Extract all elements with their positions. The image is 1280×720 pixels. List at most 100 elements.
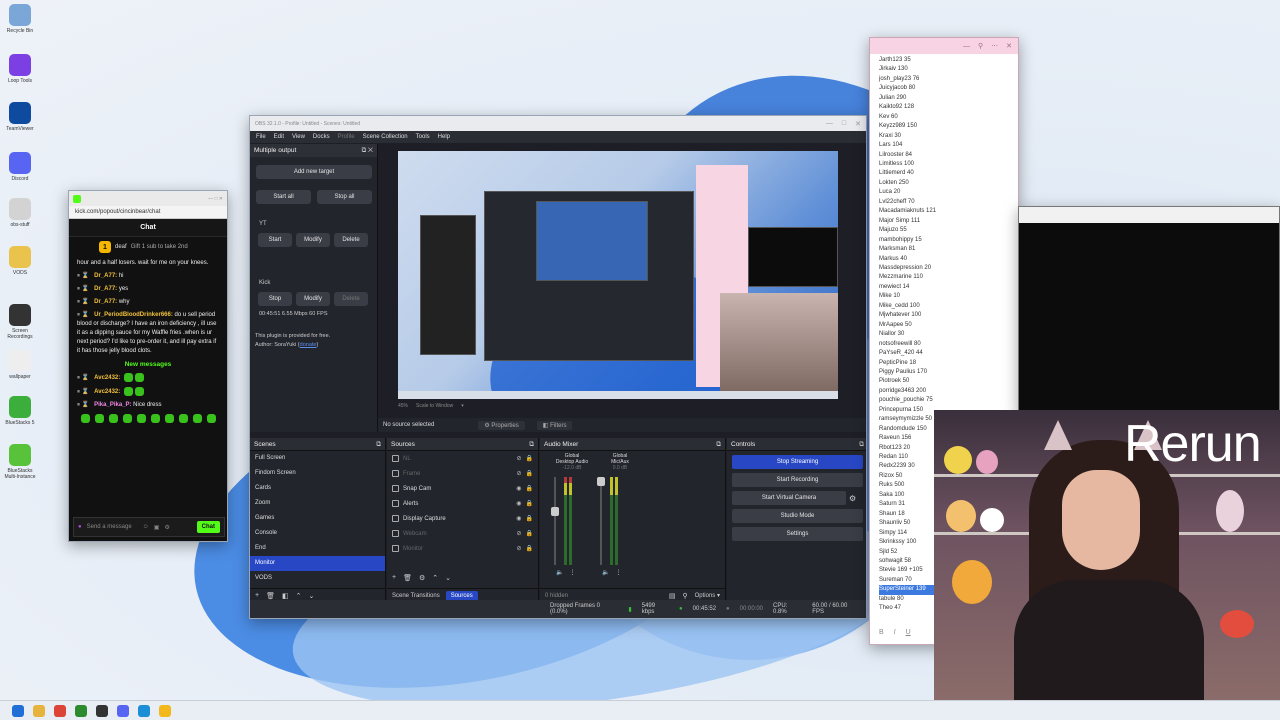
settings-button[interactable]: Settings (732, 527, 863, 541)
chevron-down-icon[interactable]: ⌄ (308, 592, 314, 600)
eye-off-icon[interactable]: ⊘ (516, 530, 521, 537)
viewer-entry[interactable]: notsofreewill 80 (879, 340, 1018, 349)
donate-link[interactable]: donate (300, 342, 317, 348)
chat-input[interactable]: Send a message (87, 524, 132, 530)
fader-knob[interactable] (551, 507, 559, 516)
chrome-icon[interactable] (54, 704, 66, 717)
yt-modify-button[interactable]: Modify (296, 233, 330, 247)
eye-icon[interactable]: ◉ (516, 515, 521, 522)
kick-delete-button[interactable]: Delete (334, 292, 368, 306)
viewer-entry[interactable]: MrAapee 50 (879, 321, 1018, 330)
viewer-entry[interactable]: Kev 60 (879, 113, 1018, 122)
emoji-icon[interactable]: ☺ (143, 524, 149, 530)
viewer-entry[interactable]: Majuzo 55 (879, 226, 1018, 235)
dark-window-titlebar[interactable] (1019, 207, 1279, 223)
undock-icon[interactable]: ⧉ (716, 441, 721, 448)
windows-start-icon[interactable] (12, 704, 24, 717)
source-item[interactable]: Alerts ◉ 🔒 (387, 496, 538, 511)
scene-item[interactable]: VODS (250, 571, 385, 586)
viewer-entry[interactable]: Massdepression 20 (879, 264, 1018, 273)
viewer-entry[interactable]: Major Simp 111 (879, 217, 1018, 226)
menu-item-help[interactable]: Help (438, 134, 450, 140)
chat-username[interactable]: Dr_A77: (94, 286, 117, 292)
stop-all-button[interactable]: Stop all (317, 190, 372, 204)
source-item[interactable]: Display Capture ◉ 🔒 (387, 511, 538, 526)
dock-close-icon[interactable]: ⧉ ✕ (362, 147, 373, 154)
stop-streaming-button[interactable]: Stop Streaming (732, 455, 863, 469)
desktop-shortcut[interactable]: BlueStacks Multi-Instance (4, 444, 36, 480)
viewer-entry[interactable]: Lvl22cheff 70 (879, 198, 1018, 207)
desktop-shortcut[interactable]: wallpaper (4, 350, 36, 380)
layout-icon[interactable]: ▤ (669, 592, 676, 600)
viewer-entry[interactable]: mewiect 14 (879, 283, 1018, 292)
viewer-entry[interactable]: Marksman 81 (879, 245, 1018, 254)
microphone-icon[interactable]: ● (78, 524, 82, 530)
lock-icon[interactable]: 🔒 (526, 515, 533, 522)
minimize-icon[interactable]: — (963, 43, 970, 50)
studio-mode-button[interactable]: Studio Mode (732, 509, 863, 523)
eye-off-icon[interactable]: ⊘ (516, 470, 521, 477)
chevron-up-icon[interactable]: ⌃ (296, 592, 302, 600)
menu-item-edit[interactable]: Edit (274, 134, 284, 140)
menu-item-file[interactable]: File (256, 134, 266, 140)
eye-off-icon[interactable]: ⊘ (516, 545, 521, 552)
zoom-level[interactable]: 45% (398, 403, 408, 409)
pin-icon[interactable]: ⚲ (978, 42, 983, 50)
viewer-entry[interactable]: Mjwhatever 100 (879, 311, 1018, 320)
viewer-entry[interactable]: Mike 10 (879, 292, 1018, 301)
desktop-shortcut[interactable]: VODS (4, 246, 36, 276)
scene-item[interactable]: Full Screen (250, 451, 385, 466)
scene-item[interactable]: Zoom (250, 496, 385, 511)
settings-gear-icon[interactable]: ⚙ (164, 524, 169, 531)
eye-icon[interactable]: ◉ (516, 485, 521, 492)
gear-icon[interactable]: ⚙ (849, 494, 856, 503)
more-icon[interactable]: ⋯ (991, 42, 998, 50)
viewer-entry[interactable]: Piggy Paulius 170 (879, 368, 1018, 377)
tab-sources[interactable]: Sources (445, 590, 478, 601)
close-icon[interactable]: ✕ (1006, 42, 1012, 50)
source-item[interactable]: Webcam ⊘ 🔒 (387, 526, 538, 541)
scene-item[interactable]: Cards (250, 481, 385, 496)
scene-item[interactable]: Console (250, 526, 385, 541)
scene-item[interactable]: Findom Screen (250, 466, 385, 481)
window-controls[interactable]: — □ ✕ (208, 196, 223, 202)
window-controls[interactable]: — □ ✕ (826, 120, 861, 128)
desktop-shortcut[interactable]: BlueStacks 5 (4, 396, 36, 426)
viewer-entry[interactable]: Markus 40 (879, 255, 1018, 264)
viewer-entry[interactable]: Mezzmarine 110 (879, 273, 1018, 282)
speaker-icon[interactable]: 🔈 (556, 569, 563, 576)
menu-item-profile[interactable]: Profile (338, 134, 355, 140)
yt-start-button[interactable]: Start (258, 233, 292, 247)
chat-username[interactable]: Dr_A77: (94, 299, 117, 305)
link-icon[interactable]: ⚲ (682, 592, 687, 600)
file-explorer-icon[interactable] (33, 704, 45, 717)
menu-item-tools[interactable]: Tools (416, 134, 430, 140)
volume-fader[interactable] (597, 477, 605, 565)
yt-delete-button[interactable]: Delete (334, 233, 368, 247)
desktop-shortcut[interactable]: Loop Tools (4, 54, 36, 84)
tab-scene-transitions[interactable]: Scene Transitions (392, 593, 440, 599)
chevron-down-icon[interactable]: ⌄ (445, 574, 451, 582)
viewer-entry[interactable]: Niallor 30 (879, 330, 1018, 339)
desktop-shortcut[interactable]: Screen Recordings (4, 304, 36, 340)
menu-item-scene-collection[interactable]: Scene Collection (363, 134, 408, 140)
send-chat-button[interactable]: Chat (196, 521, 220, 533)
source-item[interactable]: Snap Cam ◉ 🔒 (387, 481, 538, 496)
viewer-entry[interactable]: Mike_cedd 100 (879, 302, 1018, 311)
scene-item[interactable]: End (250, 541, 385, 556)
lock-icon[interactable]: 🔒 (526, 545, 533, 552)
chat-username[interactable]: Pika_Pika_P: (94, 402, 131, 408)
edge-icon[interactable] (138, 704, 150, 717)
options-button[interactable]: Options ▾ (695, 592, 720, 599)
viewer-entry[interactable]: Piotroek 50 (879, 377, 1018, 386)
eye-off-icon[interactable]: ⊘ (516, 455, 521, 462)
kick-modify-button[interactable]: Modify (296, 292, 330, 306)
add-icon[interactable]: + (392, 574, 396, 582)
undock-icon[interactable]: ⧉ (529, 441, 534, 448)
chevron-up-icon[interactable]: ⌃ (432, 574, 438, 582)
chat-username[interactable]: Avc2432: (94, 389, 120, 395)
viewer-entry[interactable]: Kraxi 30 (879, 132, 1018, 141)
menu-item-view[interactable]: View (292, 134, 305, 140)
viewer-entry[interactable]: Keyzz989 150 (879, 122, 1018, 131)
underline-icon[interactable]: U (906, 629, 911, 636)
